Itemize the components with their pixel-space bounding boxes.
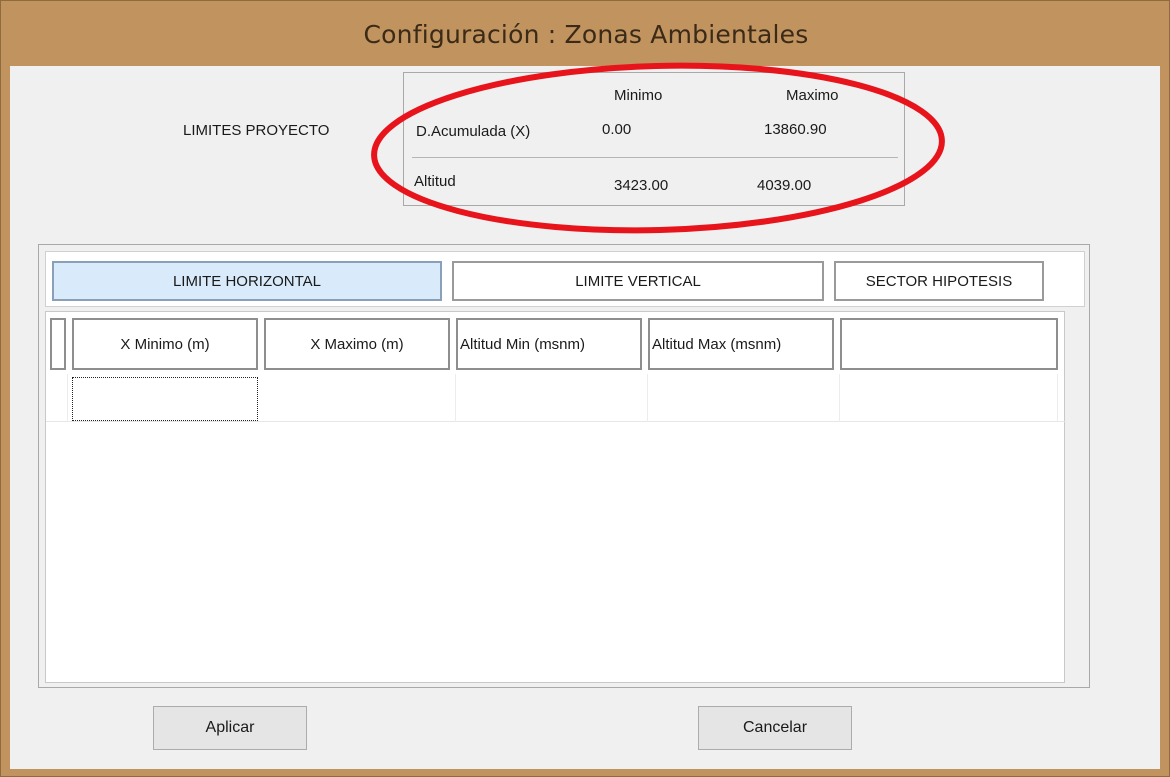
- col-x-maximo[interactable]: X Maximo (m): [264, 318, 450, 370]
- project-limits-table: Minimo Maximo D.Acumulada (X) 0.00 13860…: [403, 72, 905, 206]
- tab-limite-horizontal[interactable]: LIMITE HORIZONTAL: [52, 261, 442, 301]
- min-column-header: Minimo: [614, 87, 663, 104]
- tab-limite-vertical[interactable]: LIMITE VERTICAL: [452, 261, 824, 301]
- col-empty[interactable]: [840, 318, 1058, 370]
- x-maximo-cell[interactable]: [264, 374, 456, 422]
- col-altitud-min[interactable]: Altitud Min (msnm): [456, 318, 642, 370]
- grid-header: X Minimo (m) X Maximo (m) Altitud Min (m…: [46, 312, 1066, 374]
- project-limits-label: LIMITES PROYECTO: [183, 122, 330, 139]
- window-title: Configuración : Zonas Ambientales: [363, 19, 809, 49]
- apply-button[interactable]: Aplicar: [153, 706, 307, 750]
- accumulated-distance-max: 13860.90: [764, 121, 827, 138]
- data-grid[interactable]: X Minimo (m) X Maximo (m) Altitud Min (m…: [45, 311, 1066, 683]
- max-column-header: Maximo: [786, 87, 839, 104]
- row-selector-cell[interactable]: [46, 374, 68, 422]
- col-x-minimo[interactable]: X Minimo (m): [72, 318, 258, 370]
- accumulated-distance-label: D.Acumulada (X): [416, 123, 531, 140]
- cancel-button[interactable]: Cancelar: [698, 706, 852, 750]
- col-altitud-max[interactable]: Altitud Max (msnm): [648, 318, 834, 370]
- x-minimo-cell[interactable]: [72, 377, 258, 421]
- tab-panel: LIMITE HORIZONTAL LIMITE VERTICAL SECTOR…: [38, 244, 1090, 688]
- altitude-max: 4039.00: [757, 177, 812, 194]
- empty-cell[interactable]: [840, 374, 1058, 422]
- altitude-min: 3423.00: [614, 177, 669, 194]
- row-header-corner[interactable]: [50, 318, 66, 370]
- tab-strip: LIMITE HORIZONTAL LIMITE VERTICAL SECTOR…: [45, 251, 1085, 307]
- altitud-max-cell[interactable]: [648, 374, 840, 422]
- altitude-label: Altitud: [414, 173, 456, 190]
- altitud-min-cell[interactable]: [456, 374, 648, 422]
- title-bar[interactable]: Configuración : Zonas Ambientales: [1, 1, 1170, 67]
- row-separator: [412, 157, 898, 158]
- tab-sector-hipotesis[interactable]: SECTOR HIPOTESIS: [834, 261, 1044, 301]
- accumulated-distance-min: 0.00: [602, 121, 632, 138]
- table-row[interactable]: [46, 374, 1066, 422]
